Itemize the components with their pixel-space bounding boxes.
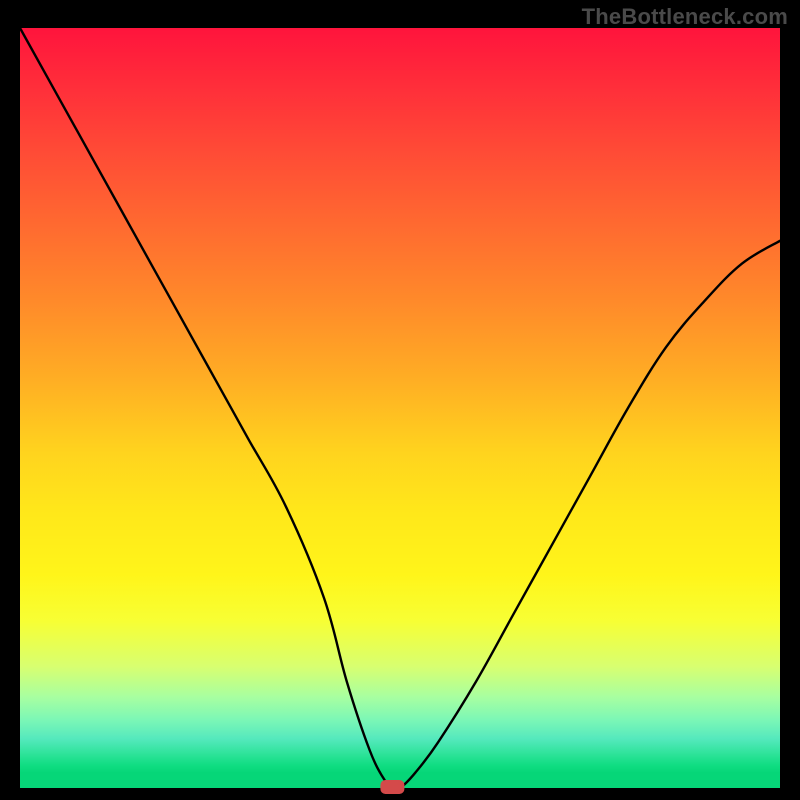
- optimal-point-marker: [380, 780, 404, 794]
- chart-frame: TheBottleneck.com: [0, 0, 800, 800]
- bottleneck-curve-svg: [20, 28, 780, 788]
- bottleneck-curve-path: [20, 28, 780, 790]
- watermark-label: TheBottleneck.com: [582, 4, 788, 30]
- plot-area: [20, 28, 780, 788]
